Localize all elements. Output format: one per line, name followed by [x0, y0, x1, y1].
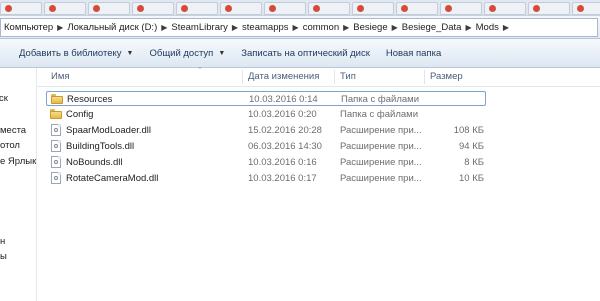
file-row-config[interactable]: Config 10.03.2016 0:20 Папка с файлами [46, 107, 486, 122]
command-toolbar: Добавить в библиотеку ▼ Общий доступ ▼ З… [0, 39, 600, 68]
file-date: 10.03.2016 0:14 [249, 94, 318, 105]
file-row-nobounds[interactable]: NoBounds.dll 10.03.2016 0:16 Расширение … [46, 155, 486, 170]
browser-tab[interactable] [440, 2, 482, 15]
nav-item-places[interactable]: места [0, 125, 26, 136]
dll-file-icon [51, 124, 61, 136]
share-label: Общий доступ [149, 47, 214, 59]
file-date: 10.03.2016 0:20 [248, 109, 317, 120]
nav-item-network[interactable]: н [0, 236, 5, 247]
browser-tab[interactable] [572, 2, 600, 15]
breadcrumb-steamlibrary[interactable]: SteamLibrary [168, 22, 231, 33]
file-type: Расширение при... [340, 141, 422, 152]
file-name: RotateCameraMod.dll [66, 173, 159, 184]
file-type: Папка с файлами [341, 94, 420, 105]
file-name: Config [66, 109, 94, 120]
share-button[interactable]: Общий доступ ▼ [141, 42, 233, 64]
column-size[interactable]: Размер [425, 68, 485, 86]
breadcrumb-besiege-data[interactable]: Besiege_Data [399, 22, 465, 33]
column-date-modified[interactable]: Дата изменения [243, 68, 334, 86]
new-folder-label: Новая папка [385, 47, 442, 59]
browser-tab[interactable] [396, 2, 438, 15]
dropdown-arrow-icon: ▼ [126, 49, 134, 57]
file-date: 06.03.2016 14:30 [248, 141, 322, 152]
chevron-right-icon[interactable]: ▶ [464, 23, 472, 32]
file-row-spaarmodloader[interactable]: SpaarModLoader.dll 15.02.2016 20:28 Расш… [46, 123, 486, 138]
file-size: 108 КБ [453, 125, 484, 136]
browser-tab[interactable] [88, 2, 130, 15]
file-name: BuildingTools.dll [66, 141, 135, 152]
browser-tab[interactable] [264, 2, 306, 15]
browser-tab[interactable] [528, 2, 570, 15]
file-name: NoBounds.dll [66, 157, 123, 168]
chevron-right-icon[interactable]: ▶ [292, 23, 300, 32]
file-row-buildingtools[interactable]: BuildingTools.dll 06.03.2016 14:30 Расши… [46, 139, 486, 154]
chevron-right-icon[interactable]: ▶ [391, 23, 399, 32]
chevron-right-icon[interactable]: ▶ [56, 23, 64, 32]
nav-item-disk[interactable]: ск [0, 93, 8, 104]
browser-tab[interactable] [0, 2, 42, 15]
file-type: Расширение при... [340, 125, 422, 136]
browser-tab[interactable] [484, 2, 526, 15]
breadcrumb-drive-d[interactable]: Локальный диск (D:) [64, 22, 160, 33]
file-type: Папка с файлами [340, 109, 419, 120]
file-date: 15.02.2016 20:28 [248, 125, 322, 136]
file-name: SpaarModLoader.dll [66, 125, 152, 136]
file-date: 10.03.2016 0:16 [248, 157, 317, 168]
add-to-library-button[interactable]: Добавить в библиотеку ▼ [0, 42, 141, 64]
file-row-rotatecameramod[interactable]: RotateCameraMod.dll 10.03.2016 0:17 Расш… [46, 171, 486, 186]
browser-tab[interactable] [352, 2, 394, 15]
breadcrumb[interactable]: Компьютер ▶ Локальный диск (D:) ▶ SteamL… [0, 18, 598, 37]
breadcrumb-steamapps[interactable]: steamapps [239, 22, 291, 33]
address-row: Компьютер ▶ Локальный диск (D:) ▶ SteamL… [0, 16, 600, 39]
browser-tab[interactable] [132, 2, 174, 15]
nav-item-desktop[interactable]: отол [0, 140, 20, 151]
chevron-right-icon[interactable]: ▶ [231, 23, 239, 32]
dropdown-arrow-icon: ▼ [218, 49, 226, 57]
browser-tab[interactable] [176, 2, 218, 15]
file-type: Расширение при... [340, 173, 422, 184]
dll-file-icon [51, 172, 61, 184]
file-size: 94 КБ [459, 141, 484, 152]
file-size: 8 КБ [464, 157, 484, 168]
file-list-view[interactable]: ⌃ Имя Дата изменения Тип Размер Resource… [37, 67, 600, 301]
browser-tab[interactable] [44, 2, 86, 15]
chevron-right-icon[interactable]: ▶ [342, 23, 350, 32]
file-type: Расширение при... [340, 157, 422, 168]
chevron-right-icon[interactable]: ▶ [160, 23, 168, 32]
column-header-row: ⌃ Имя Дата изменения Тип Размер [37, 67, 600, 87]
taskbar-tab-strip [0, 0, 600, 16]
dll-file-icon [51, 156, 61, 168]
breadcrumb-common[interactable]: common [300, 22, 342, 33]
add-to-library-label: Добавить в библиотеку [19, 47, 122, 59]
burn-to-disc-button[interactable]: Записать на оптический диск [233, 42, 378, 64]
file-row-resources[interactable]: Resources 10.03.2016 0:14 Папка с файлам… [46, 91, 486, 106]
chevron-right-icon[interactable]: ▶ [502, 23, 510, 32]
browser-tab[interactable] [220, 2, 262, 15]
burn-to-disc-label: Записать на оптический диск [241, 47, 370, 59]
dll-file-icon [51, 140, 61, 152]
breadcrumb-mods[interactable]: Mods [473, 22, 502, 33]
file-date: 10.03.2016 0:17 [248, 173, 317, 184]
folder-icon [50, 109, 62, 120]
new-folder-button[interactable]: Новая папка [378, 42, 449, 64]
column-type[interactable]: Тип [335, 68, 424, 86]
navigation-pane: ск места отол е Ярлык н ы [0, 68, 37, 301]
breadcrumb-computer[interactable]: Компьютер [1, 22, 56, 33]
folder-icon [51, 94, 63, 105]
nav-item-other[interactable]: ы [0, 251, 7, 262]
file-name: Resources [67, 94, 113, 105]
column-name[interactable]: Имя [46, 68, 242, 86]
nav-item-shortcut[interactable]: е Ярлык [0, 156, 36, 167]
browser-tab[interactable] [308, 2, 350, 15]
breadcrumb-besiege[interactable]: Besiege [350, 22, 390, 33]
file-size: 10 КБ [459, 173, 484, 184]
